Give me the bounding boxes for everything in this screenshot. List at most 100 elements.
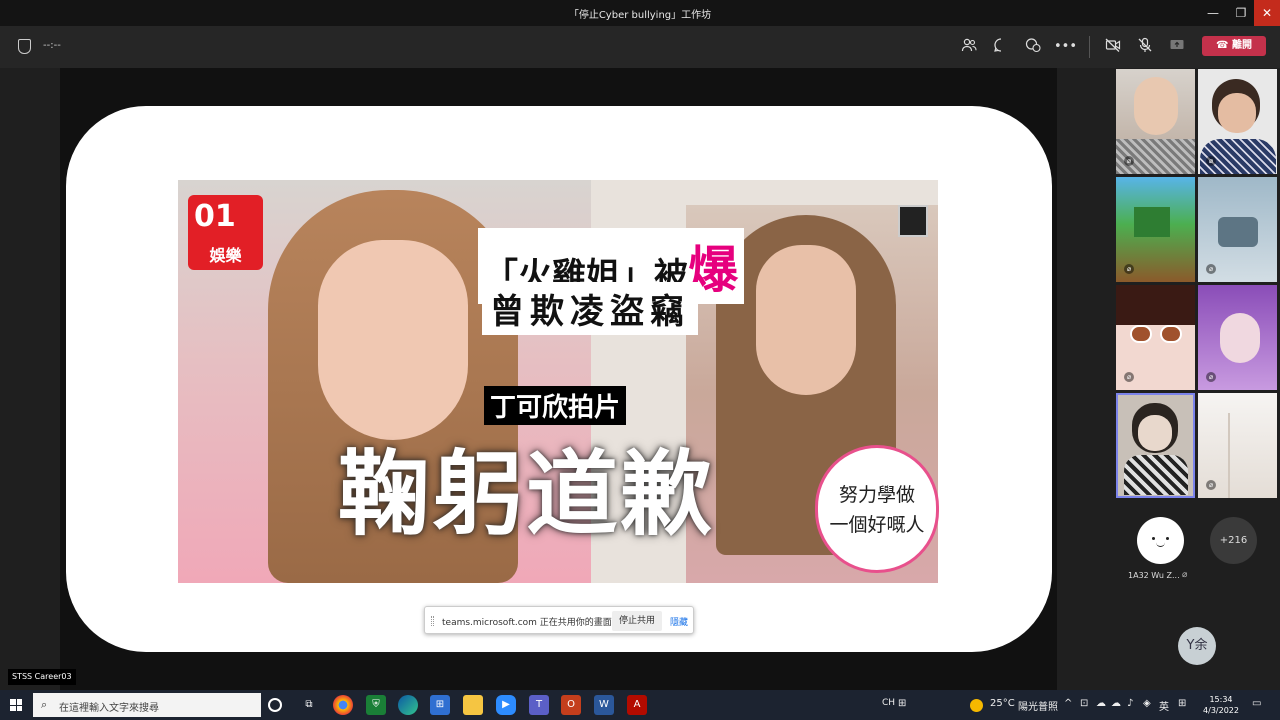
self-avatar[interactable]: Y余 (1178, 627, 1216, 665)
weather-temperature[interactable]: 25°C (990, 698, 1015, 709)
taskbar-search-box[interactable]: ⌕ 在這裡輸入文字來搜尋 (33, 693, 261, 717)
windows-taskbar: ⌕ 在這裡輸入文字來搜尋 ⧉ ⛨ ⊞ ▶ T O W A CH ⊞ 25°C 陽… (0, 690, 1280, 720)
maximize-button[interactable]: ❐ (1225, 0, 1257, 26)
windows-start-button[interactable] (10, 699, 22, 711)
participant-tile[interactable]: ⌀ (1116, 177, 1195, 282)
ime-indicator[interactable]: CH (882, 698, 895, 708)
muted-mic-icon: ⌀ (1124, 156, 1134, 166)
task-view-icon[interactable]: ⧉ (299, 695, 319, 715)
participant-avatar[interactable] (1137, 517, 1184, 564)
mic-off-icon (1138, 37, 1152, 52)
participant-background-line (1228, 413, 1230, 498)
drag-handle-icon[interactable] (431, 616, 434, 626)
more-options-button[interactable]: ••• (1054, 37, 1077, 57)
office-icon[interactable]: O (561, 695, 581, 715)
muted-mic-icon: ⌀ (1124, 372, 1134, 382)
close-button[interactable]: ✕ (1254, 0, 1280, 26)
participant-tile[interactable]: ⌀ (1198, 69, 1277, 174)
headline-big-text: 鞠躬道歉 (338, 440, 715, 548)
speech-bubble: 努力學做 一個好嘅人 (815, 445, 939, 573)
tray-chevron-icon[interactable]: ^ (1064, 698, 1072, 709)
participant-name: 1A32 Wu Z... (1128, 571, 1180, 580)
file-explorer-icon[interactable] (463, 695, 483, 715)
tray-app-icon[interactable]: ⊡ (1080, 698, 1088, 709)
bubble-line-1: 努力學做 (838, 484, 915, 506)
ime-mode-icon[interactable]: ⊞ (898, 698, 906, 709)
word-icon[interactable]: W (594, 695, 614, 715)
teams-icon[interactable]: T (529, 695, 549, 715)
participant-face (1220, 313, 1260, 363)
more-participants-button[interactable]: +216 (1210, 517, 1257, 564)
notifications-icon[interactable]: ▭ (1252, 698, 1261, 709)
volume-icon[interactable]: ♪ (1127, 698, 1133, 709)
logo-label: 娛樂 (209, 246, 242, 265)
participant-clothes (1124, 455, 1188, 495)
reactions-button[interactable] (1022, 37, 1044, 57)
participant-face (1138, 415, 1172, 451)
headline-line-2: 曾欺凌盜竊 (482, 282, 698, 335)
leave-button[interactable]: ☎ 離開 (1202, 36, 1266, 56)
participant-face (1218, 93, 1256, 133)
participant-tile[interactable]: ⌀ (1198, 285, 1277, 390)
mic-toggle-button[interactable] (1134, 37, 1156, 57)
participant-tile[interactable]: ⌀ (1198, 393, 1277, 498)
muted-mic-icon: ⌀ (1206, 372, 1216, 382)
weather-sun-icon (970, 699, 983, 712)
camera-off-icon (1105, 38, 1121, 52)
participant-tile[interactable]: ⌀ (1198, 177, 1277, 282)
shield-icon (18, 39, 31, 54)
pdf-reader-icon[interactable]: A (627, 695, 647, 715)
clock-date: 4/3/2022 (1203, 706, 1239, 715)
participant-face (1134, 77, 1178, 135)
search-placeholder: 在這裡輸入文字來搜尋 (59, 703, 159, 714)
network-icon[interactable]: ◈ (1143, 698, 1151, 709)
chrome-icon[interactable] (333, 695, 353, 715)
photo-person2-face (756, 245, 856, 395)
people-icon (961, 38, 977, 52)
clock-time: 15:34 (1209, 695, 1233, 704)
windows-logo-icon (10, 699, 16, 705)
participants-button[interactable] (958, 37, 980, 57)
participant-tile[interactable]: ⌀ (1116, 69, 1195, 174)
ime-grid-icon[interactable]: ⊞ (1178, 698, 1186, 709)
window-titlebar: 「停止Cyber bullying」工作坊 — ❐ ✕ (0, 0, 1280, 26)
hk01-entertainment-logo: 01 娛樂 (188, 195, 263, 270)
photo-person-face (318, 240, 468, 440)
leave-label: 離開 (1231, 40, 1252, 51)
muted-mic-icon: ⌀ (1206, 156, 1216, 166)
participant-hair (1116, 285, 1195, 325)
store-icon[interactable]: ⊞ (430, 695, 450, 715)
system-clock[interactable]: 15:34 4/3/2022 (1199, 694, 1243, 716)
chat-button[interactable] (990, 37, 1012, 57)
muted-mic-icon: ⌀ (1206, 480, 1216, 490)
weather-description[interactable]: 陽光普照 (1018, 698, 1058, 713)
participant-background-block (1218, 217, 1258, 247)
security-shield-icon[interactable]: ⛨ (366, 695, 386, 715)
avatar-mouth (1156, 542, 1165, 547)
stop-sharing-button[interactable]: 停止共用 (612, 611, 662, 631)
zoom-icon[interactable]: ▶ (496, 695, 516, 715)
search-icon: ⌕ (41, 698, 48, 711)
meeting-toolbar: --:-- ••• (0, 26, 1280, 68)
hide-notice-button[interactable]: 隱藏 (670, 615, 688, 628)
share-screen-icon (1170, 40, 1184, 49)
participant-tile[interactable]: ⌀ (1116, 285, 1195, 390)
onedrive-icon[interactable]: ☁ (1096, 698, 1106, 709)
participant-eye (1130, 325, 1152, 343)
participant-tile-active-speaker[interactable] (1116, 393, 1195, 498)
muted-mic-icon: ⌀ (1182, 570, 1188, 580)
cloud-icon[interactable]: ☁ (1111, 698, 1121, 709)
share-notice-message: teams.microsoft.com 正在共用你的畫面。 (442, 618, 621, 628)
toolbar-divider (1089, 36, 1090, 58)
language-indicator[interactable]: 英 (1159, 698, 1169, 713)
cortana-icon[interactable] (268, 698, 282, 712)
share-screen-button[interactable] (1166, 37, 1188, 57)
window-title: 「停止Cyber bullying」工作坊 (568, 10, 712, 21)
edge-icon[interactable] (398, 695, 418, 715)
camera-toggle-button[interactable] (1102, 37, 1124, 57)
meeting-timer: --:-- (43, 40, 61, 51)
muted-mic-icon: ⌀ (1206, 264, 1216, 274)
screen-share-notice: teams.microsoft.com 正在共用你的畫面。 停止共用 隱藏 (424, 606, 694, 634)
bubble-line-2: 一個好嘅人 (829, 514, 925, 536)
phone-hangup-icon: ☎ (1216, 40, 1232, 51)
